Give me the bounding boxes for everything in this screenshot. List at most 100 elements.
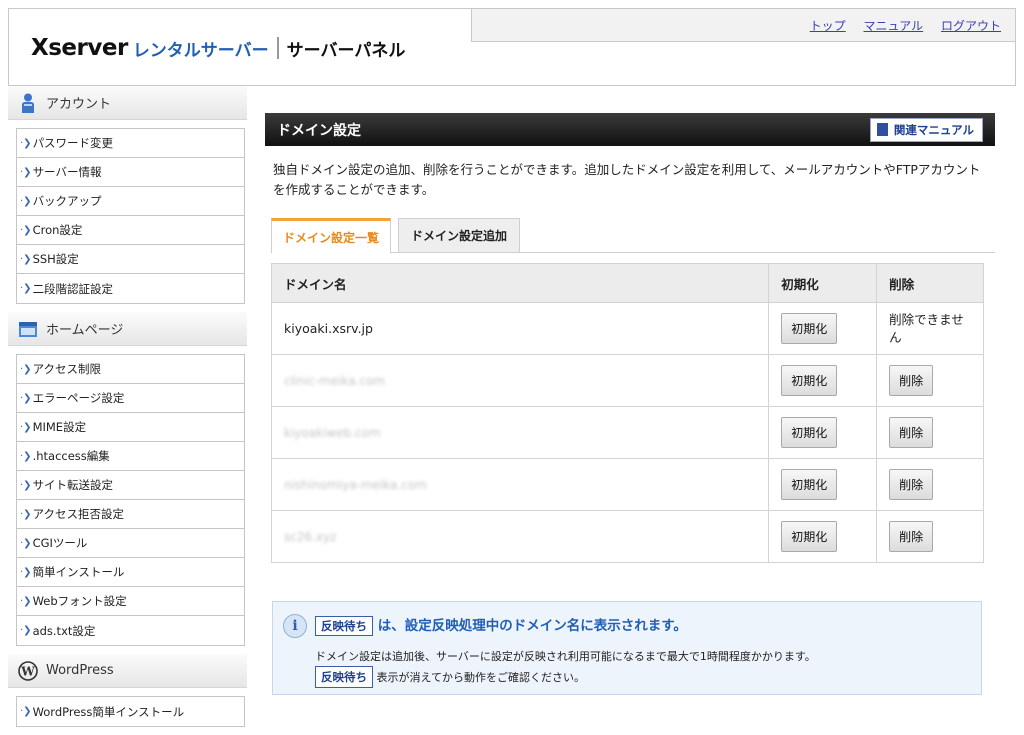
sidebar-heading-label: WordPress <box>46 663 114 678</box>
top-link-manual[interactable]: マニュアル <box>864 19 924 33</box>
arrow-icon: ·❯ <box>20 450 32 462</box>
info-title: 反映待ち は、設定反映処理中のドメイン名に表示されます。 <box>315 614 687 636</box>
info-box: i 反映待ち は、設定反映処理中のドメイン名に表示されます。 ドメイン設定は追加… <box>272 601 982 695</box>
sidebar-heading-wordpress: W WordPress <box>8 654 247 688</box>
cannot-delete-text: 削除できません <box>876 302 984 355</box>
info-line-2: 反映待ち 表示が消えてから動作をご確認ください。 <box>315 666 816 688</box>
domain-name-cell: clinic-meika.com <box>284 374 386 388</box>
sidebar-item-cgi[interactable]: ·❯ CGIツール <box>17 529 244 558</box>
arrow-icon: ·❯ <box>20 253 32 265</box>
sidebar-item-label: CGIツール <box>32 536 88 550</box>
sidebar: アカウント ·❯ パスワード変更 ·❯ サーバー情報 ·❯ バックアップ ·❯ Cron… <box>8 86 247 735</box>
sidebar-heading-homepage: ホームページ <box>8 312 247 346</box>
header-domain-name: ドメイン名 <box>270 263 770 303</box>
arrow-icon: ·❯ <box>20 195 32 207</box>
sidebar-section-account: アカウント ·❯ パスワード変更 ·❯ サーバー情報 ·❯ バックアップ ·❯ Cron… <box>8 86 247 304</box>
sidebar-item-access-limit[interactable]: ·❯ アクセス制限 <box>17 355 244 384</box>
sidebar-item-label: パスワード変更 <box>32 136 114 150</box>
sidebar-item-label: ads.txt設定 <box>32 623 96 638</box>
sidebar-item-htaccess[interactable]: ·❯ .htaccess編集 <box>17 442 244 471</box>
arrow-icon: ·❯ <box>20 137 32 149</box>
initialize-button[interactable]: 初期化 <box>781 417 838 448</box>
arrow-icon: ·❯ <box>20 479 32 491</box>
homepage-icon <box>18 319 38 339</box>
sidebar-item-ads-txt[interactable]: ·❯ ads.txt設定 <box>17 616 244 645</box>
initialize-button[interactable]: 初期化 <box>781 365 838 396</box>
sidebar-item-site-forward[interactable]: ·❯ サイト転送設定 <box>17 471 244 500</box>
sidebar-item-label: WordPress簡単インストール <box>32 704 185 719</box>
table-row: clinic-meika.com 初期化 削除 <box>270 354 984 407</box>
initialize-button[interactable]: 初期化 <box>781 521 838 552</box>
arrow-icon: ·❯ <box>20 363 32 375</box>
sidebar-heading-label: アカウント <box>46 97 112 112</box>
related-manual-button[interactable]: 関連マニュアル <box>869 117 983 142</box>
table-row: kiyoaki.xsrv.jp 初期化 削除できません <box>270 302 984 355</box>
sidebar-item-webfont[interactable]: ·❯ Webフォント設定 <box>17 587 244 616</box>
logo-server-panel: サーバーパネル <box>286 40 406 61</box>
sidebar-item-ssh[interactable]: ·❯ SSH設定 <box>17 245 244 274</box>
delete-button[interactable]: 削除 <box>889 365 934 396</box>
arrow-icon: ·❯ <box>20 166 32 178</box>
sidebar-item-error-page[interactable]: ·❯ エラーページ設定 <box>17 384 244 413</box>
tab-domain-add[interactable]: ドメイン設定追加 <box>398 218 520 252</box>
pending-badge: 反映待ち <box>315 666 373 688</box>
logo[interactable]: Xserver レンタルサーバー サーバーパネル <box>31 35 405 61</box>
header-delete: 削除 <box>876 263 984 303</box>
sidebar-section-homepage: ホームページ ·❯ アクセス制限 ·❯ エラーページ設定 ·❯ MIME設定 ·❯ .h… <box>8 312 247 646</box>
sidebar-list-account: ·❯ パスワード変更 ·❯ サーバー情報 ·❯ バックアップ ·❯ Cron設定 ·❯ S… <box>16 128 245 304</box>
related-manual-label: 関連マニュアル <box>893 122 974 137</box>
arrow-icon: ·❯ <box>20 392 32 404</box>
sidebar-section-wordpress: W WordPress ·❯ WordPress簡単インストール <box>8 654 247 727</box>
sidebar-item-easy-install[interactable]: ·❯ 簡単インストール <box>17 558 244 587</box>
arrow-icon: ·❯ <box>20 224 32 236</box>
sidebar-heading-label: ホームページ <box>46 323 124 338</box>
sidebar-item-label: 簡単インストール <box>32 565 125 579</box>
sidebar-item-backup[interactable]: ·❯ バックアップ <box>17 187 244 216</box>
top-link-logout[interactable]: ログアウト <box>941 19 1001 33</box>
domain-name-cell: kiyoakiweb.com <box>284 426 381 440</box>
info-line-1: ドメイン設定は追加後、サーバーに設定が反映され利用可能になるまで最大で1時間程度… <box>315 650 816 663</box>
sidebar-item-label: アクセス拒否設定 <box>32 507 124 521</box>
arrow-icon: ·❯ <box>20 706 32 717</box>
arrow-icon: ·❯ <box>20 566 32 578</box>
initialize-button[interactable]: 初期化 <box>781 313 838 344</box>
delete-button[interactable]: 削除 <box>889 521 934 552</box>
arrow-icon: ·❯ <box>20 508 32 520</box>
sidebar-item-label: SSH設定 <box>32 252 79 266</box>
tab-bar: ドメイン設定一覧 ドメイン設定追加 <box>271 218 995 253</box>
sidebar-item-label: 二段階認証設定 <box>32 281 114 296</box>
app-header: トップ マニュアル ログアウト Xserver レンタルサーバー サーバーパネル <box>8 8 1016 86</box>
sidebar-item-label: アクセス制限 <box>32 362 101 376</box>
arrow-icon: ·❯ <box>20 595 32 607</box>
sidebar-item-label: .htaccess編集 <box>32 449 110 463</box>
table-row: kiyoakiweb.com 初期化 削除 <box>270 406 984 459</box>
table-header-row: ドメイン名 初期化 削除 <box>270 263 984 303</box>
tab-domain-list[interactable]: ドメイン設定一覧 <box>271 218 391 253</box>
pending-badge: 反映待ち <box>315 616 373 636</box>
info-line-2-text: 表示が消えてから動作をご確認ください。 <box>376 671 585 684</box>
domain-table: ドメイン名 初期化 削除 kiyoaki.xsrv.jp 初期化 削除できません… <box>270 263 984 563</box>
arrow-icon: ·❯ <box>20 421 32 433</box>
logo-xserver: Xserver <box>31 35 128 61</box>
sidebar-item-password[interactable]: ·❯ パスワード変更 <box>17 129 244 158</box>
page-description: 独自ドメイン設定の追加、削除を行うことができます。追加したドメイン設定を利用して… <box>273 162 981 197</box>
initialize-button[interactable]: 初期化 <box>781 469 838 500</box>
sidebar-item-mime[interactable]: ·❯ MIME設定 <box>17 413 244 442</box>
logo-divider <box>276 37 279 59</box>
top-link-home[interactable]: トップ <box>810 19 846 33</box>
sidebar-item-2fa[interactable]: ·❯ 二段階認証設定 <box>17 274 244 303</box>
delete-button[interactable]: 削除 <box>889 417 934 448</box>
svg-text:W: W <box>20 664 35 678</box>
header-link-bar: トップ マニュアル ログアウト <box>471 9 1015 42</box>
sidebar-item-wp-install[interactable]: ·❯ WordPress簡単インストール <box>17 697 244 726</box>
sidebar-item-cron[interactable]: ·❯ Cron設定 <box>17 216 244 245</box>
domain-name-cell: kiyoaki.xsrv.jp <box>270 302 770 355</box>
sidebar-item-server-info[interactable]: ·❯ サーバー情報 <box>17 158 244 187</box>
info-icon: i <box>283 614 307 638</box>
info-title-text: は、設定反映処理中のドメイン名に表示されます。 <box>377 618 687 634</box>
wordpress-icon: W <box>18 660 38 681</box>
delete-button[interactable]: 削除 <box>889 469 934 500</box>
sidebar-item-access-deny[interactable]: ·❯ アクセス拒否設定 <box>17 500 244 529</box>
sidebar-list-homepage: ·❯ アクセス制限 ·❯ エラーページ設定 ·❯ MIME設定 ·❯ .htaccess… <box>16 354 245 646</box>
page-title: ドメイン設定 <box>277 122 361 139</box>
